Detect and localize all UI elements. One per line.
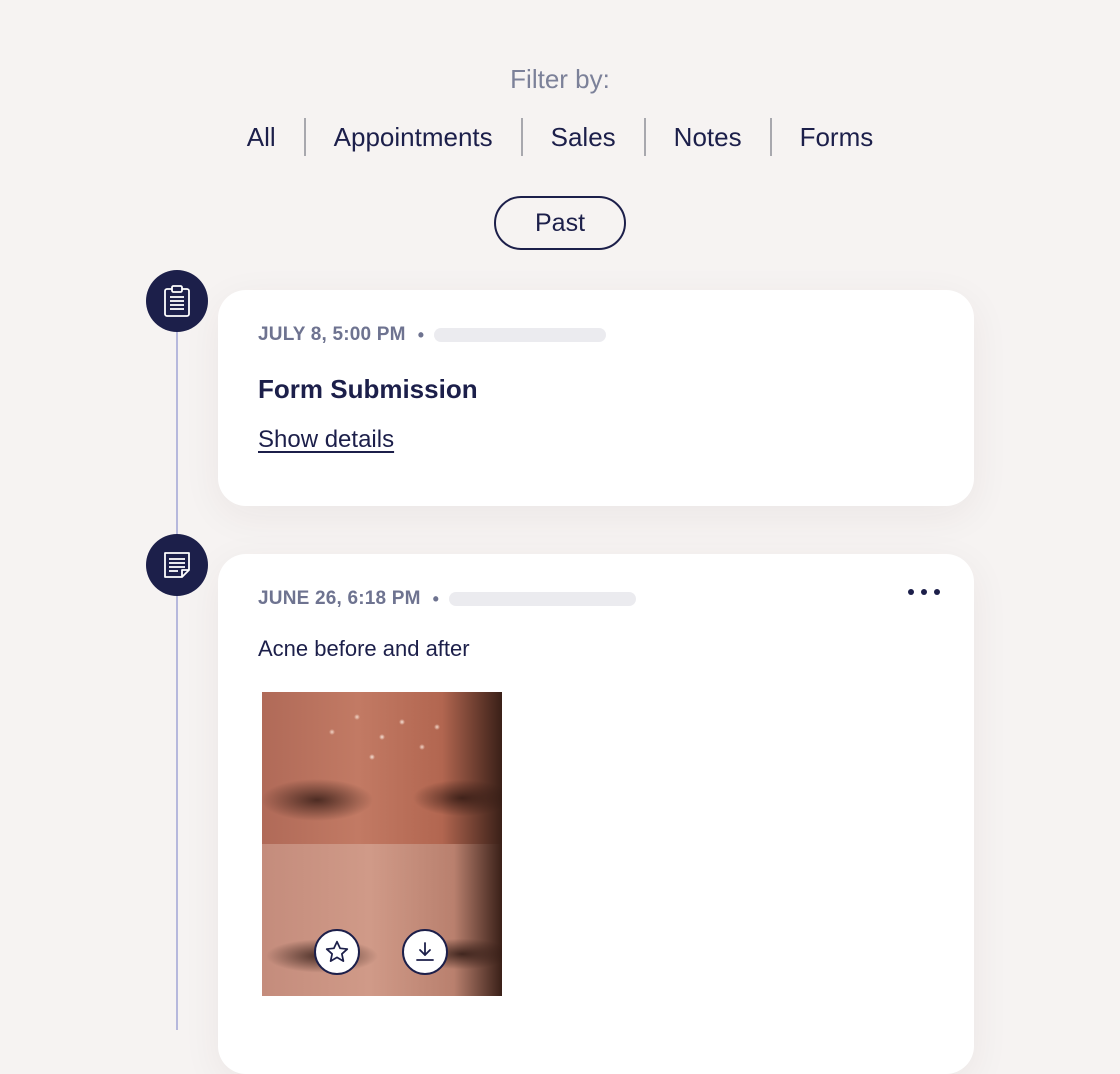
show-details-link[interactable]: Show details [258, 426, 394, 454]
filter-tab-appointments[interactable]: Appointments [306, 118, 521, 156]
entry-title: Form Submission [258, 374, 478, 404]
meta-separator: • [432, 588, 440, 609]
note-text: Acne before and after [258, 636, 470, 661]
past-toggle-button[interactable]: Past [494, 196, 626, 250]
meta-separator: • [417, 324, 425, 345]
download-button[interactable] [402, 929, 448, 975]
timeline-card-note: JUNE 26, 6:18 PM • Acne before and after [218, 554, 974, 1074]
note-photo[interactable] [262, 692, 502, 996]
timeline-line [176, 300, 178, 1030]
card-meta: JUNE 26, 6:18 PM • [258, 588, 637, 610]
filter-tab-notes[interactable]: Notes [646, 118, 770, 156]
filter-tab-all[interactable]: All [219, 118, 304, 156]
filter-label: Filter by: [510, 64, 610, 94]
author-placeholder [434, 328, 607, 342]
photo-after [262, 844, 502, 996]
entry-timestamp: JUNE 26, 6:18 PM [258, 588, 421, 609]
more-options-icon[interactable] [908, 582, 940, 602]
timeline-node-form [146, 270, 208, 332]
filter-tab-forms[interactable]: Forms [772, 118, 902, 156]
timeline-card-form: JULY 8, 5:00 PM • Form Submission Show d… [218, 290, 974, 506]
clipboard-icon [164, 285, 190, 317]
download-icon [416, 942, 434, 961]
filter-tabs: All Appointments Sales Notes Forms [0, 118, 1120, 156]
note-icon [164, 552, 190, 578]
favorite-button[interactable] [314, 929, 360, 975]
timeline-node-note [146, 534, 208, 596]
photo-before [262, 692, 502, 844]
entry-timestamp: JULY 8, 5:00 PM [258, 324, 406, 345]
filter-tab-sales[interactable]: Sales [523, 118, 644, 156]
card-meta: JULY 8, 5:00 PM • [258, 324, 607, 346]
star-icon [325, 940, 349, 962]
author-placeholder [449, 592, 637, 606]
